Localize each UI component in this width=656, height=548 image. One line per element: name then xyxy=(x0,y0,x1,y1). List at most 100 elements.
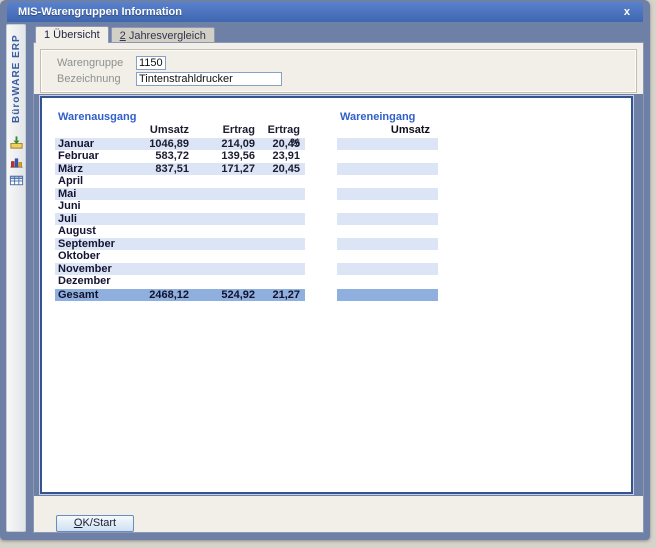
table-row: Juli xyxy=(55,213,305,226)
ertrag-cell xyxy=(189,213,255,226)
month-cell: Januar xyxy=(55,138,127,151)
table-row: März 837,51 171,27 20,45 xyxy=(55,163,305,176)
ertrag-cell: 214,09 xyxy=(189,138,255,151)
tab-page-uebersicht: Warengruppe Bezeichnung Warena xyxy=(33,42,644,533)
import-icon[interactable] xyxy=(9,135,24,150)
umsatz-cell: 583,72 xyxy=(127,150,189,163)
table-row: November xyxy=(55,263,305,276)
warengruppe-field-row: Warengruppe xyxy=(57,55,628,70)
warengruppe-label: Warengruppe xyxy=(57,57,136,69)
main-area: 1 Übersicht 2 Jahresvergleich Warengrupp… xyxy=(33,22,644,532)
window-content: BüroWARE ERP xyxy=(6,22,644,532)
umsatz-cell xyxy=(127,263,189,276)
tab-uebersicht-label: 1 Übersicht xyxy=(44,29,100,41)
ertrag-pct-cell: 20,45 xyxy=(255,163,305,176)
report-panel-frame: Warenausgang Umsatz Ertrag Ertrag % xyxy=(34,94,643,496)
umsatz-cell xyxy=(127,275,189,288)
table-row: August xyxy=(55,225,305,238)
umsatz-cell: 837,51 xyxy=(127,163,189,176)
empty-row-bar xyxy=(337,188,438,201)
wareneingang-rows xyxy=(337,138,438,288)
ertrag-cell xyxy=(189,275,255,288)
ertrag-pct-cell xyxy=(255,225,305,238)
wareneingang-total-bar xyxy=(337,289,438,302)
month-cell: Oktober xyxy=(55,250,127,263)
umsatz-cell xyxy=(127,225,189,238)
tab-bar: 1 Übersicht 2 Jahresvergleich xyxy=(33,26,644,43)
umsatz-cell xyxy=(127,175,189,188)
total-umsatz: 2468,12 xyxy=(127,289,189,302)
ertrag-pct-cell xyxy=(255,238,305,251)
ertrag-cell: 139,56 xyxy=(189,150,255,163)
sidebar-icons xyxy=(9,135,24,188)
screen: MIS-Warengruppen Information x BüroWARE … xyxy=(0,0,656,548)
bezeichnung-input[interactable] xyxy=(136,72,282,86)
table-icon[interactable] xyxy=(9,173,24,188)
month-cell: März xyxy=(55,163,127,176)
ertrag-cell xyxy=(189,200,255,213)
ertrag-pct-cell xyxy=(255,175,305,188)
total-row: Gesamt 2468,12 524,92 21,27 xyxy=(55,289,305,302)
chart-icon[interactable] xyxy=(9,154,24,169)
total-ertrag: 524,92 xyxy=(189,289,255,302)
ertrag-cell xyxy=(189,238,255,251)
wareneingang-section: Wareneingang Umsatz xyxy=(337,111,438,301)
brand-vertical-label: BüroWARE ERP xyxy=(11,31,22,123)
ok-start-label: K/Start xyxy=(82,517,116,529)
report-panel: Warenausgang Umsatz Ertrag Ertrag % xyxy=(40,96,633,494)
footer-bar: OK/Start xyxy=(34,496,643,532)
month-cell: September xyxy=(55,238,127,251)
empty-row-bar xyxy=(337,150,438,163)
titlebar: MIS-Warengruppen Information x xyxy=(7,2,643,22)
total-label: Gesamt xyxy=(55,289,127,302)
table-row: September xyxy=(55,238,305,251)
close-icon[interactable]: x xyxy=(620,6,634,19)
warenausgang-header-row: Umsatz Ertrag Ertrag % xyxy=(55,124,305,137)
table-row: Juni xyxy=(55,200,305,213)
ertrag-cell xyxy=(189,263,255,276)
ertrag-pct-cell: 20,45 xyxy=(255,138,305,151)
ertrag-cell xyxy=(189,250,255,263)
warenausgang-section: Warenausgang Umsatz Ertrag Ertrag % xyxy=(55,111,305,301)
empty-row-bar xyxy=(337,238,438,251)
empty-row-bar xyxy=(337,200,438,213)
empty-row-bar xyxy=(337,138,438,151)
month-cell: Mai xyxy=(55,188,127,201)
month-cell: August xyxy=(55,225,127,238)
empty-row-bar xyxy=(337,175,438,188)
ertrag-pct-cell xyxy=(255,213,305,226)
month-cell: Dezember xyxy=(55,275,127,288)
warenausgang-rows: Januar 1046,89 214,09 20,45 Februar 583,… xyxy=(55,138,305,288)
sidebar-toolbar: BüroWARE ERP xyxy=(6,24,26,532)
empty-row-bar xyxy=(337,250,438,263)
month-cell: November xyxy=(55,263,127,276)
empty-row-bar xyxy=(337,275,438,288)
empty-row-bar xyxy=(337,225,438,238)
ertrag-cell xyxy=(189,225,255,238)
table-row: Februar 583,72 139,56 23,91 xyxy=(55,150,305,163)
warengruppe-input[interactable] xyxy=(136,56,166,70)
ertrag-pct-cell xyxy=(255,188,305,201)
bezeichnung-field-row: Bezeichnung xyxy=(57,71,628,86)
tab-jahresvergleich[interactable]: 2 Jahresvergleich xyxy=(111,27,215,43)
ertrag-cell xyxy=(189,188,255,201)
report-tables: Warenausgang Umsatz Ertrag Ertrag % xyxy=(42,98,631,301)
header-fields-groupbox: Warengruppe Bezeichnung xyxy=(40,49,637,93)
umsatz-cell: 1046,89 xyxy=(127,138,189,151)
month-cell: Juli xyxy=(55,213,127,226)
month-cell: April xyxy=(55,175,127,188)
wareneingang-title: Wareneingang xyxy=(340,111,438,124)
warenausgang-title: Warenausgang xyxy=(58,111,305,124)
tab-uebersicht[interactable]: 1 Übersicht xyxy=(35,26,109,43)
ertrag-pct-cell: 23,91 xyxy=(255,150,305,163)
window-title: MIS-Warengruppen Information xyxy=(18,6,182,18)
month-cell: Februar xyxy=(55,150,127,163)
ok-start-button[interactable]: OK/Start xyxy=(56,515,134,532)
ertrag-cell xyxy=(189,175,255,188)
umsatz-cell xyxy=(127,250,189,263)
month-cell: Juni xyxy=(55,200,127,213)
table-row: Januar 1046,89 214,09 20,45 xyxy=(55,138,305,151)
umsatz-cell xyxy=(127,213,189,226)
table-row: Mai xyxy=(55,188,305,201)
ertrag-pct-cell xyxy=(255,275,305,288)
